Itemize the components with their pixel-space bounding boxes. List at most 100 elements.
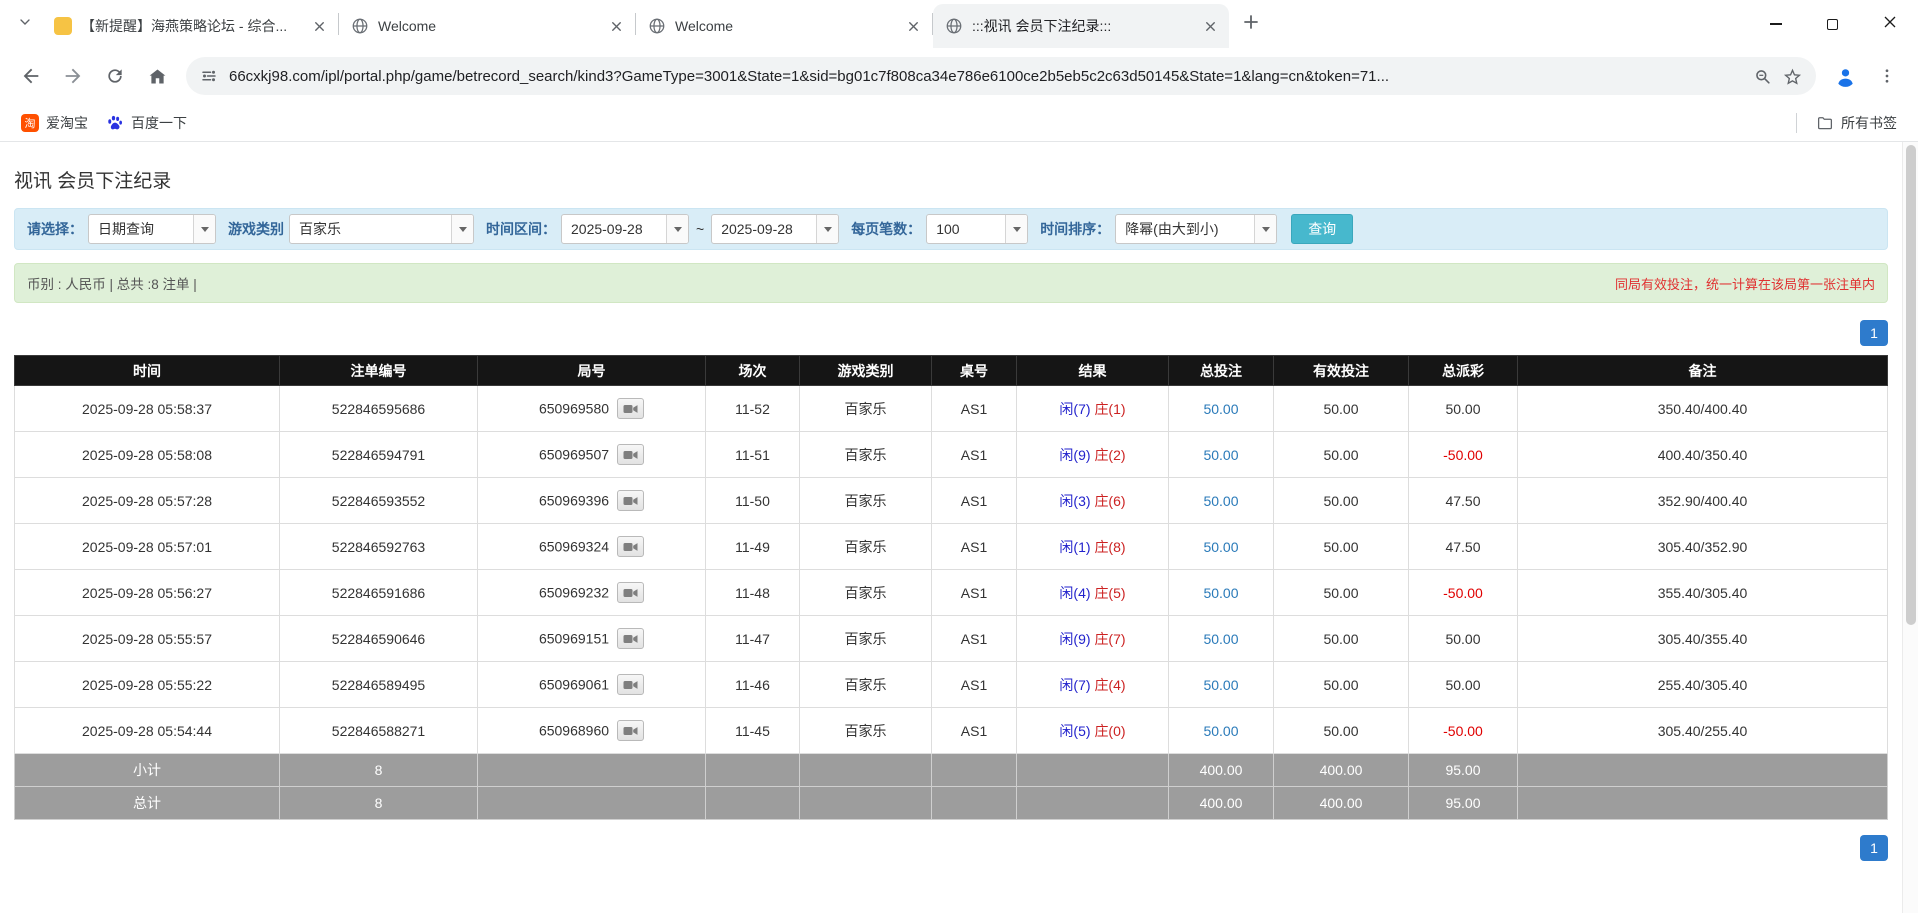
- browser-tab-strip: 【新提醒】海燕策略论坛 - 综合... Welcome Welcome :::视…: [0, 0, 1918, 48]
- menu-button[interactable]: [1868, 57, 1906, 95]
- video-replay-button[interactable]: [617, 720, 644, 741]
- result-player: 闲(9): [1059, 447, 1090, 463]
- close-icon: [1883, 15, 1897, 34]
- scrollbar-thumb[interactable]: [1906, 145, 1916, 625]
- total-bet-link[interactable]: 50.00: [1203, 723, 1238, 739]
- page-scrollbar[interactable]: [1902, 142, 1918, 913]
- sort-order-select[interactable]: 降幂(由大到小): [1115, 214, 1277, 244]
- round-number: 650969151: [539, 631, 609, 647]
- result-cell: 闲(3) 庄(6): [1017, 478, 1169, 524]
- tab-close-icon[interactable]: [1201, 17, 1219, 35]
- column-header: 游戏类别: [800, 356, 932, 386]
- tab-title: 【新提醒】海燕策略论坛 - 综合...: [81, 16, 301, 36]
- browser-tab-welcome-1[interactable]: Welcome: [339, 4, 635, 48]
- video-replay-button[interactable]: [617, 398, 644, 419]
- session-cell: 11-46: [706, 662, 800, 708]
- tab-close-icon[interactable]: [904, 17, 922, 35]
- date-from-value: 2025-09-28: [562, 215, 666, 243]
- video-replay-button[interactable]: [617, 628, 644, 649]
- bet-id-cell: 522846590646: [280, 616, 478, 662]
- total-bet-link[interactable]: 50.00: [1203, 447, 1238, 463]
- forward-button[interactable]: [54, 57, 92, 95]
- dropdown-arrow-icon[interactable]: [1254, 215, 1276, 243]
- column-header: 总投注: [1169, 356, 1274, 386]
- table-no-cell: AS1: [932, 708, 1017, 754]
- valid-bet-cell: 50.00: [1274, 478, 1409, 524]
- video-replay-button[interactable]: [617, 444, 644, 465]
- tab-search-button[interactable]: [8, 7, 42, 41]
- new-tab-button[interactable]: [1235, 8, 1267, 40]
- zoom-icon[interactable]: [1753, 67, 1772, 86]
- note-cell: 400.40/350.40: [1518, 432, 1888, 478]
- total-bet-link[interactable]: 50.00: [1203, 631, 1238, 647]
- total-total-bet: 400.00: [1169, 787, 1274, 820]
- tab-close-icon[interactable]: [607, 17, 625, 35]
- minimize-button[interactable]: [1747, 0, 1804, 48]
- bet-time-cell: 2025-09-28 05:57:01: [15, 524, 280, 570]
- close-window-button[interactable]: [1861, 0, 1918, 48]
- browser-tab-forum[interactable]: 【新提醒】海燕策略论坛 - 综合...: [42, 4, 338, 48]
- valid-bet-cell: 50.00: [1274, 524, 1409, 570]
- video-replay-button[interactable]: [617, 674, 644, 695]
- bet-id-cell: 522846591686: [280, 570, 478, 616]
- note-cell: 305.40/352.90: [1518, 524, 1888, 570]
- empty-cell: [1017, 754, 1169, 787]
- url-text[interactable]: 66cxkj98.com/ipl/portal.php/game/betreco…: [229, 68, 1742, 85]
- query-type-select[interactable]: 日期查询: [88, 214, 216, 244]
- empty-cell: [800, 787, 932, 820]
- bet-record-row: 2025-09-28 05:57:28522846593552650969396…: [15, 478, 1888, 524]
- dropdown-arrow-icon[interactable]: [1005, 215, 1027, 243]
- video-replay-button[interactable]: [617, 582, 644, 603]
- date-from-select[interactable]: 2025-09-28: [561, 214, 689, 244]
- page-size-select[interactable]: 100: [926, 214, 1028, 244]
- note-cell: 255.40/305.40: [1518, 662, 1888, 708]
- date-to-select[interactable]: 2025-09-28: [711, 214, 839, 244]
- total-bet-link[interactable]: 50.00: [1203, 677, 1238, 693]
- browser-tab-betrecord-active[interactable]: :::视讯 会员下注纪录:::: [933, 4, 1229, 48]
- total-bet-cell: 50.00: [1169, 432, 1274, 478]
- tab-title: :::视讯 会员下注纪录:::: [972, 16, 1192, 36]
- total-bet-link[interactable]: 50.00: [1203, 585, 1238, 601]
- game-type-select[interactable]: 百家乐: [289, 214, 474, 244]
- valid-bet-cell: 50.00: [1274, 708, 1409, 754]
- bookmark-star-icon[interactable]: [1783, 67, 1802, 86]
- profile-button[interactable]: [1826, 57, 1864, 95]
- bet-id-cell: 522846595686: [280, 386, 478, 432]
- dropdown-arrow-icon[interactable]: [816, 215, 838, 243]
- site-info-icon[interactable]: [200, 67, 218, 85]
- round-number: 650969324: [539, 539, 609, 555]
- date-to-value: 2025-09-28: [712, 215, 816, 243]
- bet-time-cell: 2025-09-28 05:54:44: [15, 708, 280, 754]
- total-bet-link[interactable]: 50.00: [1203, 493, 1238, 509]
- tab-close-icon[interactable]: [310, 17, 328, 35]
- dropdown-arrow-icon[interactable]: [193, 215, 215, 243]
- browser-tab-welcome-2[interactable]: Welcome: [636, 4, 932, 48]
- dropdown-arrow-icon[interactable]: [666, 215, 688, 243]
- pagination-page-button[interactable]: 1: [1860, 320, 1888, 346]
- game-type-cell: 百家乐: [800, 432, 932, 478]
- back-button[interactable]: [12, 57, 50, 95]
- home-button[interactable]: [138, 57, 176, 95]
- maximize-button[interactable]: [1804, 0, 1861, 48]
- video-replay-button[interactable]: [617, 536, 644, 557]
- bet-table-footer: 小计 8 400.00 400.00 95.00 总计 8: [15, 754, 1888, 820]
- bookmark-aitaobao[interactable]: 淘 爱淘宝: [12, 109, 97, 137]
- address-bar[interactable]: 66cxkj98.com/ipl/portal.php/game/betreco…: [186, 57, 1816, 95]
- total-bet-link[interactable]: 50.00: [1203, 539, 1238, 555]
- round-cell: 650969324: [478, 524, 706, 570]
- all-bookmarks-button[interactable]: 所有书签: [1807, 109, 1906, 137]
- tab-title: Welcome: [675, 18, 895, 34]
- result-player: 闲(5): [1059, 723, 1090, 739]
- reload-button[interactable]: [96, 57, 134, 95]
- bet-record-row: 2025-09-28 05:54:44522846588271650968960…: [15, 708, 1888, 754]
- bookmark-baidu[interactable]: 百度一下: [97, 109, 196, 137]
- pagination-page-button[interactable]: 1: [1860, 835, 1888, 861]
- globe-favicon-icon: [945, 17, 963, 35]
- search-button[interactable]: 查询: [1291, 214, 1353, 244]
- video-replay-button[interactable]: [617, 490, 644, 511]
- total-bet-link[interactable]: 50.00: [1203, 401, 1238, 417]
- empty-cell: [800, 754, 932, 787]
- dropdown-arrow-icon[interactable]: [451, 215, 473, 243]
- round-number: 650969232: [539, 585, 609, 601]
- filter-label-sort: 时间排序：: [1040, 219, 1110, 239]
